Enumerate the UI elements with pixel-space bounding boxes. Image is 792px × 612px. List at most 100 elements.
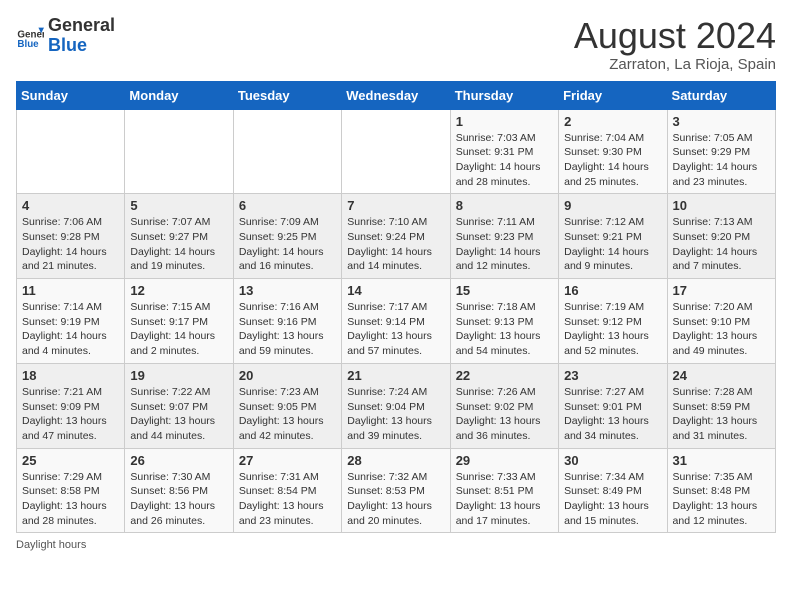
day-number: 5 xyxy=(130,198,227,213)
day-info: Sunrise: 7:15 AMSunset: 9:17 PMDaylight:… xyxy=(130,300,227,359)
calendar-cell: 4Sunrise: 7:06 AMSunset: 9:28 PMDaylight… xyxy=(17,194,125,279)
calendar-cell: 22 Sunrise: 7:26 AMSunset: 9:02 PMDayligh… xyxy=(450,363,558,448)
day-info: Sunrise: 7:23 AMSunset: 9:05 PMDaylight:… xyxy=(239,385,336,444)
day-number: 16 xyxy=(564,283,661,298)
day-info: Sunrise: 7:09 AMSunset: 9:25 PMDaylight:… xyxy=(239,215,336,274)
day-number: 22 xyxy=(456,368,553,383)
calendar-header-row: SundayMondayTuesdayWednesdayThursdayFrid… xyxy=(17,81,776,109)
calendar-cell: 18 Sunrise: 7:21 AMSunset: 9:09 PMDayligh… xyxy=(17,363,125,448)
calendar-cell: 27 Sunrise: 7:31 AMSunset: 8:54 PMDayligh… xyxy=(233,448,341,533)
calendar-cell: 21 Sunrise: 7:24 AMSunset: 9:04 PMDayligh… xyxy=(342,363,450,448)
day-number: 28 xyxy=(347,453,444,468)
calendar-cell: 5 Sunrise: 7:07 AMSunset: 9:27 PMDaylight… xyxy=(125,194,233,279)
day-number: 1 xyxy=(456,114,553,129)
day-info: Sunrise: 7:20 AMSunset: 9:10 PMDaylight:… xyxy=(673,300,770,359)
column-header-monday: Monday xyxy=(125,81,233,109)
day-number: 18 xyxy=(22,368,119,383)
column-header-sunday: Sunday xyxy=(17,81,125,109)
calendar-cell: 24 Sunrise: 7:28 AMSunset: 8:59 PMDayligh… xyxy=(667,363,775,448)
calendar-cell: 26Sunrise: 7:30 AMSunset: 8:56 PMDayligh… xyxy=(125,448,233,533)
logo-icon: General Blue xyxy=(16,22,44,50)
calendar-cell: 23 Sunrise: 7:27 AMSunset: 9:01 PMDayligh… xyxy=(559,363,667,448)
day-info: Sunrise: 7:22 AMSunset: 9:07 PMDaylight:… xyxy=(130,385,227,444)
column-header-tuesday: Tuesday xyxy=(233,81,341,109)
calendar-cell: 12 Sunrise: 7:15 AMSunset: 9:17 PMDayligh… xyxy=(125,279,233,364)
day-info: Sunrise: 7:31 AMSunset: 8:54 PMDaylight:… xyxy=(239,470,336,529)
week-row-3: 11Sunrise: 7:14 AMSunset: 9:19 PMDayligh… xyxy=(17,279,776,364)
day-number: 25 xyxy=(22,453,119,468)
day-info: Sunrise: 7:05 AMSunset: 9:29 PMDaylight:… xyxy=(673,131,770,190)
day-number: 6 xyxy=(239,198,336,213)
day-info: Sunrise: 7:35 AMSunset: 8:48 PMDaylight:… xyxy=(673,470,770,529)
day-number: 20 xyxy=(239,368,336,383)
column-header-thursday: Thursday xyxy=(450,81,558,109)
day-info: Sunrise: 7:19 AMSunset: 9:12 PMDaylight:… xyxy=(564,300,661,359)
day-number: 24 xyxy=(673,368,770,383)
day-info: Sunrise: 7:26 AMSunset: 9:02 PMDaylight:… xyxy=(456,385,553,444)
day-info: Sunrise: 7:11 AMSunset: 9:23 PMDaylight:… xyxy=(456,215,553,274)
calendar-cell xyxy=(342,109,450,194)
day-number: 31 xyxy=(673,453,770,468)
week-row-1: 1Sunrise: 7:03 AMSunset: 9:31 PMDaylight… xyxy=(17,109,776,194)
calendar-cell: 2 Sunrise: 7:04 AMSunset: 9:30 PMDaylight… xyxy=(559,109,667,194)
calendar-cell xyxy=(17,109,125,194)
day-info: Sunrise: 7:29 AMSunset: 8:58 PMDaylight:… xyxy=(22,470,119,529)
column-header-friday: Friday xyxy=(559,81,667,109)
calendar-cell: 7 Sunrise: 7:10 AMSunset: 9:24 PMDaylight… xyxy=(342,194,450,279)
logo-text: General Blue xyxy=(48,16,115,56)
calendar-cell: 17 Sunrise: 7:20 AMSunset: 9:10 PMDayligh… xyxy=(667,279,775,364)
day-number: 27 xyxy=(239,453,336,468)
calendar-cell: 9 Sunrise: 7:12 AMSunset: 9:21 PMDaylight… xyxy=(559,194,667,279)
calendar-cell xyxy=(233,109,341,194)
calendar-cell: 31 Sunrise: 7:35 AMSunset: 8:48 PMDayligh… xyxy=(667,448,775,533)
calendar-cell: 1Sunrise: 7:03 AMSunset: 9:31 PMDaylight… xyxy=(450,109,558,194)
calendar-cell: 3 Sunrise: 7:05 AMSunset: 9:29 PMDaylight… xyxy=(667,109,775,194)
day-number: 9 xyxy=(564,198,661,213)
month-year: August 2024 xyxy=(574,16,776,56)
day-info: Sunrise: 7:34 AMSunset: 8:49 PMDaylight:… xyxy=(564,470,661,529)
calendar-cell xyxy=(125,109,233,194)
day-info: Sunrise: 7:17 AMSunset: 9:14 PMDaylight:… xyxy=(347,300,444,359)
week-row-2: 4Sunrise: 7:06 AMSunset: 9:28 PMDaylight… xyxy=(17,194,776,279)
day-number: 2 xyxy=(564,114,661,129)
calendar-cell: 28Sunrise: 7:32 AMSunset: 8:53 PMDayligh… xyxy=(342,448,450,533)
day-number: 3 xyxy=(673,114,770,129)
day-number: 8 xyxy=(456,198,553,213)
calendar-cell: 6 Sunrise: 7:09 AMSunset: 9:25 PMDaylight… xyxy=(233,194,341,279)
day-number: 17 xyxy=(673,283,770,298)
title-area: August 2024 Zarraton, La Rioja, Spain xyxy=(574,16,776,73)
day-info: Sunrise: 7:21 AMSunset: 9:09 PMDaylight:… xyxy=(22,385,119,444)
day-number: 19 xyxy=(130,368,227,383)
day-info: Sunrise: 7:24 AMSunset: 9:04 PMDaylight:… xyxy=(347,385,444,444)
day-info: Sunrise: 7:07 AMSunset: 9:27 PMDaylight:… xyxy=(130,215,227,274)
day-info: Sunrise: 7:27 AMSunset: 9:01 PMDaylight:… xyxy=(564,385,661,444)
calendar-cell: 15 Sunrise: 7:18 AMSunset: 9:13 PMDayligh… xyxy=(450,279,558,364)
day-info: Sunrise: 7:10 AMSunset: 9:24 PMDaylight:… xyxy=(347,215,444,274)
day-number: 7 xyxy=(347,198,444,213)
daylight-label: Daylight hours xyxy=(16,539,86,551)
day-number: 23 xyxy=(564,368,661,383)
week-row-4: 18 Sunrise: 7:21 AMSunset: 9:09 PMDayligh… xyxy=(17,363,776,448)
day-info: Sunrise: 7:30 AMSunset: 8:56 PMDaylight:… xyxy=(130,470,227,529)
footer-note: Daylight hours xyxy=(16,539,776,551)
header: General Blue General Blue August 2024 Za… xyxy=(16,16,776,73)
day-info: Sunrise: 7:12 AMSunset: 9:21 PMDaylight:… xyxy=(564,215,661,274)
column-header-wednesday: Wednesday xyxy=(342,81,450,109)
day-info: Sunrise: 7:13 AMSunset: 9:20 PMDaylight:… xyxy=(673,215,770,274)
day-info: Sunrise: 7:14 AMSunset: 9:19 PMDaylight:… xyxy=(22,300,119,359)
day-number: 15 xyxy=(456,283,553,298)
day-number: 30 xyxy=(564,453,661,468)
calendar-cell: 30 Sunrise: 7:34 AMSunset: 8:49 PMDayligh… xyxy=(559,448,667,533)
location: Zarraton, La Rioja, Spain xyxy=(574,56,776,73)
column-header-saturday: Saturday xyxy=(667,81,775,109)
day-info: Sunrise: 7:04 AMSunset: 9:30 PMDaylight:… xyxy=(564,131,661,190)
day-number: 29 xyxy=(456,453,553,468)
calendar-cell: 20 Sunrise: 7:23 AMSunset: 9:05 PMDayligh… xyxy=(233,363,341,448)
day-number: 12 xyxy=(130,283,227,298)
day-info: Sunrise: 7:18 AMSunset: 9:13 PMDaylight:… xyxy=(456,300,553,359)
day-number: 21 xyxy=(347,368,444,383)
day-info: Sunrise: 7:28 AMSunset: 8:59 PMDaylight:… xyxy=(673,385,770,444)
calendar-cell: 13Sunrise: 7:16 AMSunset: 9:16 PMDayligh… xyxy=(233,279,341,364)
day-info: Sunrise: 7:33 AMSunset: 8:51 PMDaylight:… xyxy=(456,470,553,529)
calendar-cell: 11Sunrise: 7:14 AMSunset: 9:19 PMDayligh… xyxy=(17,279,125,364)
